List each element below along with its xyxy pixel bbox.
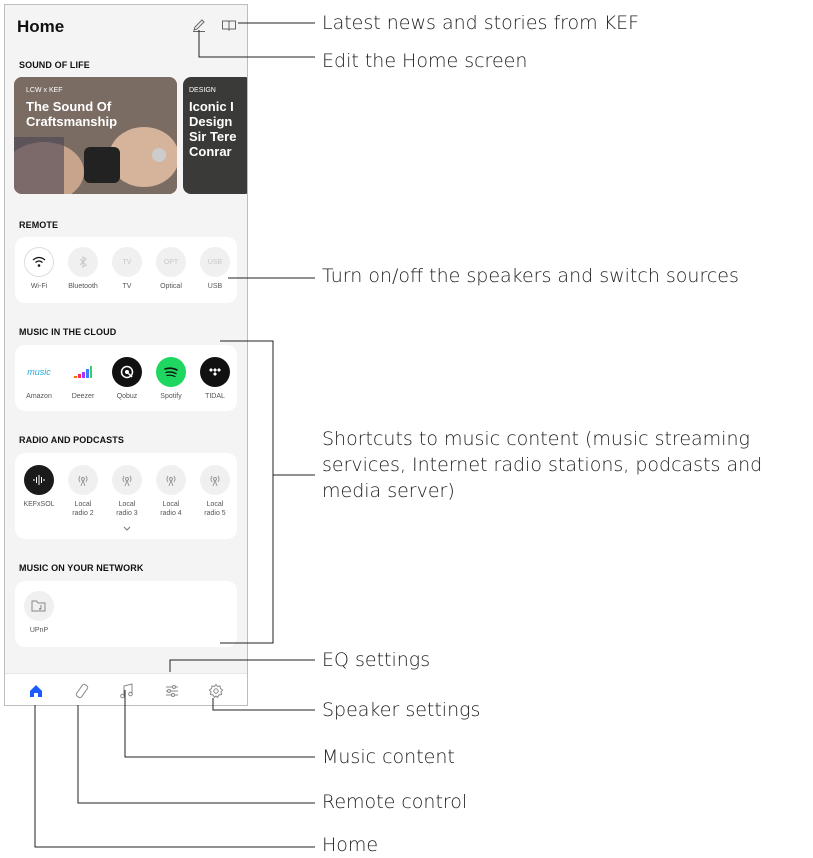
annotation-home: Home [322,834,379,856]
annotation-edit: Edit the Home screen [322,50,528,72]
annotation-eq: EQ settings [322,649,431,671]
annotation-music: Music content [322,746,455,768]
annotation-shortcuts: Shortcuts to music content (music stream… [322,428,763,502]
annotation-remote: Turn on/off the speakers and switch sour… [322,265,739,287]
annotation-speaker: Speaker settings [322,699,481,721]
annotation-remote-control: Remote control [322,791,468,813]
annotation-news: Latest news and stories from KEF [322,12,640,34]
